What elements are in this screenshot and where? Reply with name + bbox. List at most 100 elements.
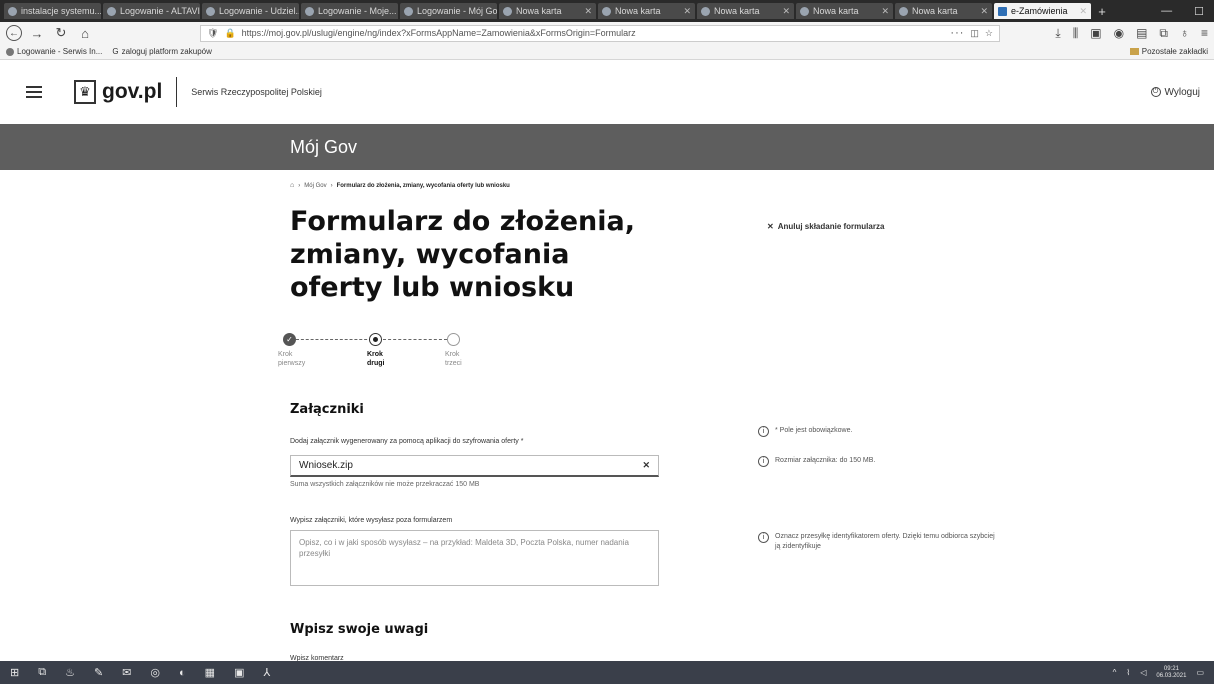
favicon-icon [602, 6, 611, 16]
extension-icon[interactable]: ⧉ [1159, 26, 1168, 41]
progress-stepper: ✓ Krok pierwszy Krok drugi Krok trzeci [276, 332, 466, 372]
minimize-icon[interactable]: — [1161, 5, 1172, 18]
file-field-label: Dodaj załącznik wygenerowany za pomocą a… [290, 438, 524, 445]
task-view-icon[interactable]: ⧉ [38, 666, 46, 679]
app-icon[interactable]: ⅄ [263, 666, 270, 679]
browser-tab-active[interactable]: e-Zamówienia ✕ [994, 3, 1091, 19]
extension-icon[interactable]: ◉ [1114, 26, 1124, 41]
bookmark-item[interactable]: G zaloguj platform zakupów [112, 47, 212, 56]
attachments-heading: Załączniki [290, 402, 364, 417]
breadcrumb: ⌂ › Mój Gov › Formularz do złożenia, zmi… [290, 182, 510, 189]
browser-tab[interactable]: instalacje systemu...✕ [4, 3, 101, 19]
google-icon: G [112, 47, 119, 56]
menu-icon[interactable]: ≡ [1201, 26, 1208, 41]
file-input[interactable]: Wniosek.zip ✕ [290, 455, 659, 477]
tab-label: Nowa karta [516, 6, 562, 16]
close-tab-icon[interactable]: ✕ [397, 6, 398, 17]
tab-label: Nowa karta [615, 6, 661, 16]
bookmarks-bar: Logowanie - Serwis In... G zaloguj platf… [0, 44, 1214, 60]
gov-logo[interactable]: ♛ gov.pl [74, 80, 162, 104]
breadcrumb-item[interactable]: Mój Gov [304, 183, 326, 189]
header-divider [176, 77, 178, 107]
bookmark-item[interactable]: Logowanie - Serwis In... [6, 47, 102, 56]
info-icon: i [758, 456, 769, 467]
tab-label: Logowanie - ALTAVIO [120, 6, 200, 16]
section-title: Mój Gov [290, 136, 358, 157]
shield-icon: 🛡 [207, 27, 219, 38]
browser-tab[interactable]: Nowa karta ✕ [796, 3, 893, 19]
library-icon[interactable]: ⫼ [1073, 26, 1079, 41]
browser-tab[interactable]: Logowanie - Mój Gov ✕ [400, 3, 497, 19]
logout-button[interactable]: ⏻ Wyloguj [1150, 87, 1200, 98]
remove-file-icon[interactable]: ✕ [642, 460, 650, 471]
browser-tab[interactable]: Nowa karta ✕ [499, 3, 596, 19]
network-icon[interactable]: ⌇ [1126, 668, 1130, 677]
browser-tab[interactable]: Logowanie - Moje...✕ [301, 3, 398, 19]
notifications-icon[interactable]: ▭ [1196, 668, 1204, 677]
bookmark-star-icon[interactable]: ☆ [985, 28, 993, 39]
screenshot-icon[interactable]: ▤ [1136, 26, 1147, 41]
required-note: i * Pole jest obowiązkowe. [758, 426, 852, 437]
extension-icon[interactable]: ♁ [1180, 26, 1189, 41]
step-current-icon [369, 333, 382, 346]
tab-label: Nowa karta [813, 6, 859, 16]
remarks-heading: Wpisz swoje uwagi [290, 622, 429, 637]
section-band: Mój Gov [0, 124, 1214, 170]
browser-tab[interactable]: Nowa karta ✕ [598, 3, 695, 19]
sidebar-icon[interactable]: ▣ [1090, 26, 1101, 41]
browser-tab[interactable]: Logowanie - Udziel...✕ [202, 3, 299, 19]
cancel-form-link[interactable]: ✕ Anuluj składanie formularza [767, 222, 884, 231]
app-icon[interactable]: ✎ [94, 666, 103, 679]
forward-arrow-icon[interactable]: → [28, 24, 46, 42]
app-icon[interactable]: ✉ [122, 666, 131, 679]
volume-icon[interactable]: ◁ [1140, 668, 1146, 677]
browser-navbar: ← → ↻ ⌂ 🛡 🔒 https://moj.gov.pl/uslugi/en… [0, 22, 1214, 44]
close-tab-icon[interactable]: ✕ [680, 6, 691, 17]
app-icon[interactable]: ▦ [205, 666, 215, 679]
pocket-icon[interactable]: ◫ [970, 28, 979, 39]
address-bar[interactable]: 🛡 🔒 https://moj.gov.pl/uslugi/engine/ng/… [200, 24, 1000, 42]
system-tray: ^ ⌇ ◁ 09:21 06.03.2021 ▭ [1113, 666, 1204, 680]
page-title: Formularz do złożenia, zmiany, wycofania… [290, 206, 636, 303]
close-tab-icon[interactable]: ✕ [779, 6, 790, 17]
browser-tab[interactable]: Logowanie - ALTAVIO✕ [103, 3, 200, 19]
tab-label: Logowanie - Mój Gov [417, 6, 497, 16]
home-icon[interactable]: ⌂ [290, 182, 294, 189]
favicon-icon [206, 6, 215, 16]
other-bookmarks[interactable]: Pozostałe zakładki [1129, 47, 1208, 56]
favicon-icon [8, 6, 17, 16]
close-tab-icon[interactable]: ✕ [977, 6, 988, 17]
os-taskbar: ⊞ ⧉ ♨ ✎ ✉ ◎ ◐ ▦ ▣ ⅄ ^ ⌇ ◁ 09:21 06.03.202… [0, 661, 1214, 684]
hamburger-menu-icon[interactable] [26, 86, 42, 98]
browser-icon[interactable]: ◎ [150, 666, 160, 679]
download-icon[interactable]: ⤓ [1055, 26, 1060, 41]
step-todo-icon [447, 333, 460, 346]
browser-tab[interactable]: Nowa karta ✕ [895, 3, 992, 19]
app-icon[interactable]: ▣ [234, 666, 244, 679]
chevron-up-icon[interactable]: ^ [1113, 668, 1117, 677]
app-icon[interactable]: ♨ [65, 666, 75, 679]
app-icon[interactable]: ◐ [179, 667, 186, 679]
windows-start-icon[interactable]: ⊞ [10, 666, 19, 679]
step-label-3: Krok trzeci [445, 351, 462, 367]
page-actions-icon[interactable]: ··· [950, 27, 964, 39]
power-icon: ⏻ [1150, 87, 1161, 97]
browser-tab-strip: instalacje systemu...✕Logowanie - ALTAVI… [0, 0, 1214, 22]
other-attachments-textarea[interactable]: Opisz, co i w jaki sposób wysyłasz – na … [290, 530, 659, 586]
home-icon[interactable]: ⌂ [76, 24, 94, 42]
new-tab-button[interactable]: + [1093, 4, 1111, 19]
close-tab-icon[interactable]: ✕ [1076, 6, 1087, 17]
lock-icon: 🔒 [224, 27, 236, 38]
browser-tab[interactable]: Nowa karta ✕ [697, 3, 794, 19]
maximize-icon[interactable]: ☐ [1194, 5, 1204, 18]
tab-label: e-Zamówienia [1011, 6, 1068, 16]
clock[interactable]: 09:21 06.03.2021 [1156, 666, 1186, 680]
favicon-icon [899, 6, 908, 16]
back-arrow-icon[interactable]: ← [6, 25, 22, 41]
favicon-icon [701, 6, 710, 16]
folder-icon [1129, 48, 1139, 55]
close-tab-icon[interactable]: ✕ [878, 6, 889, 17]
close-tab-icon[interactable]: ✕ [581, 6, 592, 17]
step-connector [296, 339, 372, 340]
reload-icon[interactable]: ↻ [52, 24, 70, 42]
